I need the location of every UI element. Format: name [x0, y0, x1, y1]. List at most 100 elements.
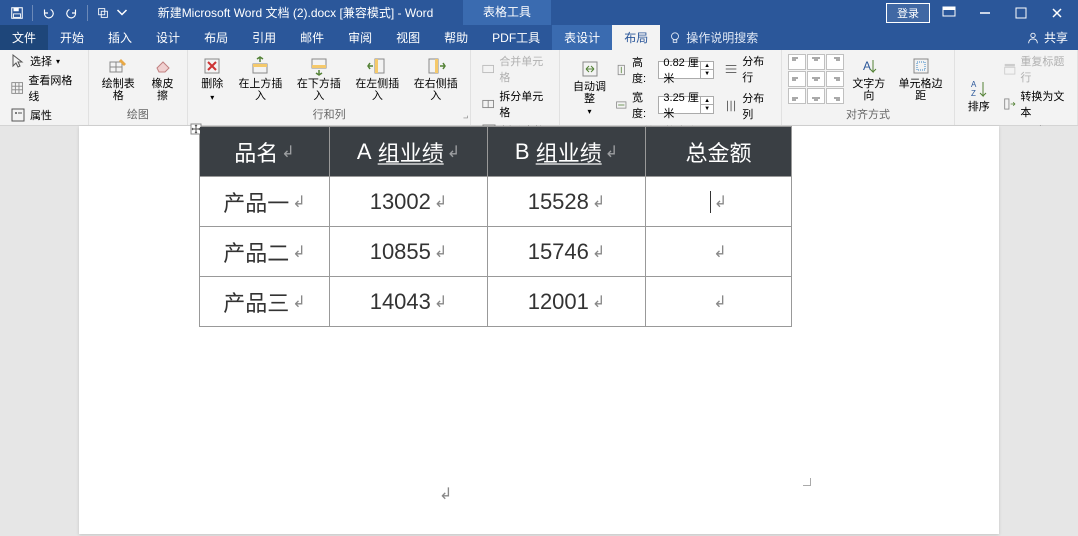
properties-button[interactable]: 属性 [6, 106, 82, 124]
tab-pdf[interactable]: PDF工具 [480, 25, 552, 50]
pencil-table-icon [108, 56, 128, 76]
align-mr[interactable] [826, 71, 844, 87]
align-bc[interactable] [807, 88, 825, 104]
height-spin-down[interactable]: ▼ [701, 70, 713, 78]
qat-customize-button[interactable] [116, 2, 128, 24]
cursor-icon [10, 53, 26, 69]
login-button[interactable]: 登录 [886, 3, 930, 23]
para-mark-icon: ↲ [714, 192, 727, 212]
delete-button[interactable]: 删除▾ [194, 54, 230, 103]
width-spin-up[interactable]: ▲ [701, 97, 713, 105]
document-title: 新建Microsoft Word 文档 (2).docx [兼容模式] - Wo… [128, 4, 463, 21]
gridlines-button[interactable]: 查看网格线 [6, 71, 82, 105]
tab-home[interactable]: 开始 [48, 25, 96, 50]
active-cell[interactable]: ↲ [646, 177, 792, 227]
align-mc[interactable] [807, 71, 825, 87]
minimize-button[interactable] [968, 2, 1002, 24]
para-mark-icon: ↲ [434, 292, 447, 312]
undo-button[interactable] [37, 2, 59, 24]
alignment-grid [788, 54, 844, 104]
align-bl[interactable] [788, 88, 806, 104]
align-tr[interactable] [826, 54, 844, 70]
share-button[interactable]: 共享 [1016, 25, 1078, 50]
properties-icon [10, 107, 26, 123]
context-tab-title: 表格工具 [463, 0, 551, 25]
tab-design[interactable]: 设计 [144, 25, 192, 50]
align-br[interactable] [826, 88, 844, 104]
tab-table-design[interactable]: 表设计 [552, 25, 612, 50]
tab-view[interactable]: 视图 [384, 25, 432, 50]
select-button[interactable]: 选择 ▾ [6, 52, 82, 70]
tab-table-layout[interactable]: 布局 [612, 25, 660, 50]
para-mark-icon: ↲ [281, 142, 294, 162]
eraser-button[interactable]: 橡皮擦 [144, 54, 181, 104]
table-row[interactable]: 产品三↲ 14043↲ 12001↲ ↲ [200, 277, 792, 327]
cell-margins-button[interactable]: 单元格边距 [893, 54, 947, 104]
tab-references[interactable]: 引用 [240, 25, 288, 50]
table-row[interactable]: 产品一↲ 13002↲ 15528↲ ↲ [200, 177, 792, 227]
height-spin-up[interactable]: ▲ [701, 62, 713, 70]
margins-icon [911, 56, 931, 76]
ribbon-options-button[interactable] [932, 2, 966, 24]
insert-right-icon [426, 56, 446, 76]
insert-right-button[interactable]: 在右侧插入 [408, 54, 464, 104]
align-tc[interactable] [807, 54, 825, 70]
repeat-header-button: 重复标题行 [999, 52, 1071, 86]
para-mark-icon: ↲ [605, 142, 618, 162]
tab-mailings[interactable]: 邮件 [288, 25, 336, 50]
insert-above-button[interactable]: 在上方插入 [232, 54, 288, 104]
tab-review[interactable]: 审阅 [336, 25, 384, 50]
convert-text-button[interactable]: 转换为文本 [999, 87, 1071, 121]
insert-left-icon [367, 56, 387, 76]
redo-button[interactable] [61, 2, 83, 24]
table-resize-handle[interactable] [803, 478, 811, 486]
save-button[interactable] [6, 2, 28, 24]
tab-file[interactable]: 文件 [0, 25, 48, 50]
insert-below-button[interactable]: 在下方插入 [291, 54, 347, 104]
merge-cells-button: 合并单元格 [477, 52, 553, 86]
width-label: 宽度: [632, 89, 654, 121]
maximize-button[interactable] [1004, 2, 1038, 24]
align-ml[interactable] [788, 71, 806, 87]
distribute-cols-button[interactable]: 分布列 [720, 89, 775, 123]
table-header-row: 品名↲ A 组业绩↲ B 组业绩↲ 总金额 [200, 127, 792, 177]
tab-help[interactable]: 帮助 [432, 25, 480, 50]
sort-icon: AZ [969, 79, 989, 99]
para-mark-icon: ↲ [434, 192, 447, 212]
merge-icon [481, 61, 495, 77]
tell-me-search[interactable]: 操作说明搜索 [668, 25, 758, 50]
tab-layout[interactable]: 布局 [192, 25, 240, 50]
para-mark-icon: ↲ [713, 242, 726, 262]
insert-above-icon [250, 56, 270, 76]
group-draw: 绘图 [95, 106, 182, 123]
align-tl[interactable] [788, 54, 806, 70]
para-mark-icon: ↲ [292, 292, 305, 312]
dist-cols-icon [724, 98, 738, 114]
width-icon [615, 98, 628, 112]
distribute-rows-button[interactable]: 分布行 [720, 52, 775, 86]
tab-insert[interactable]: 插入 [96, 25, 144, 50]
para-mark-icon: ↲ [592, 292, 605, 312]
text-direction-button[interactable]: A文字方向 [846, 54, 891, 104]
sort-button[interactable]: AZ排序 [961, 77, 997, 115]
svg-text:A: A [971, 80, 977, 89]
close-button[interactable] [1040, 2, 1074, 24]
draw-table-button[interactable]: 绘制表格 [95, 54, 142, 104]
width-spin-down[interactable]: ▼ [701, 105, 713, 113]
para-mark-icon: ↲ [292, 242, 305, 262]
table-row[interactable]: 产品二↲ 10855↲ 15746↲ ↲ [200, 227, 792, 277]
height-input[interactable]: 0.82 厘米▲▼ [658, 61, 714, 79]
share-icon [1026, 31, 1040, 45]
insert-left-button[interactable]: 在左侧插入 [349, 54, 405, 104]
group-rows-cols: 行和列 [194, 106, 464, 123]
width-input[interactable]: 3.25 厘米▲▼ [658, 96, 714, 114]
data-table[interactable]: 品名↲ A 组业绩↲ B 组业绩↲ 总金额 产品一↲ 13002↲ 15528↲… [199, 126, 792, 327]
qat-more-button[interactable] [92, 2, 114, 24]
split-cells-button[interactable]: 拆分单元格 [477, 87, 553, 121]
convert-icon [1003, 96, 1017, 112]
autofit-icon [580, 59, 600, 79]
delete-table-icon [202, 56, 222, 76]
svg-text:Z: Z [971, 89, 976, 98]
autofit-button[interactable]: 自动调整▾ [566, 57, 614, 118]
svg-text:A: A [863, 59, 871, 73]
